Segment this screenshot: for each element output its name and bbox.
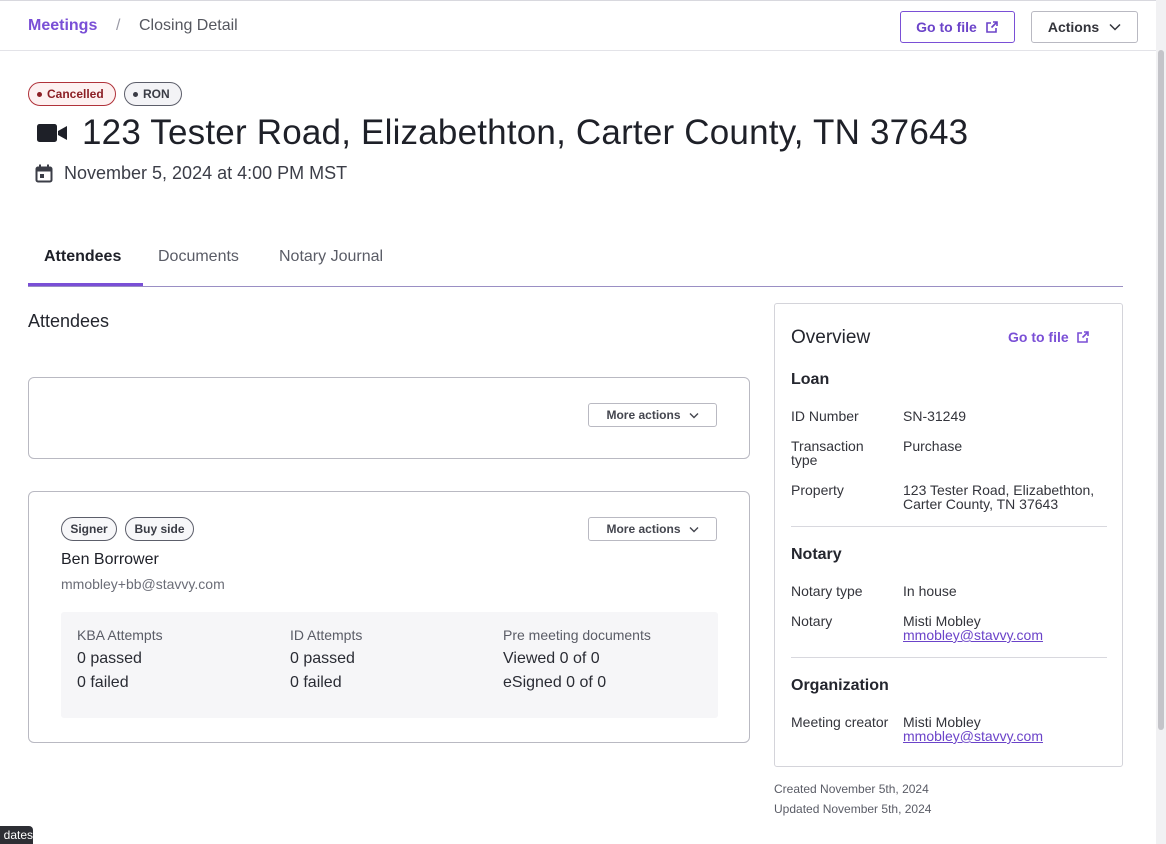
transaction-label-line: Transaction [791, 438, 864, 454]
property-line: Carter County, TN 37643 [903, 496, 1059, 512]
pre-meeting-documents-stat: Pre meeting documents Viewed 0 of 0 eSig… [503, 627, 651, 691]
tab-attendees[interactable]: Attendees [44, 248, 121, 266]
tab-documents[interactable]: Documents [158, 248, 239, 266]
more-actions-label: More actions [606, 408, 681, 422]
attendee-email: mmobley+bb@stavvy.com [61, 576, 225, 592]
signer-tag: Signer [61, 517, 117, 541]
notary-value: Misti Mobley mmobley@stavvy.com [903, 614, 1043, 642]
scrollbar[interactable] [1156, 0, 1166, 844]
attendee-stats: KBA Attempts 0 passed 0 failed ID Attemp… [61, 612, 718, 718]
stat-value: 0 passed [290, 650, 355, 667]
property-line: 123 Tester Road, Elizabethton, [903, 482, 1095, 498]
notary-email-link[interactable]: mmobley@stavvy.com [903, 628, 1043, 642]
buy-side-tag: Buy side [125, 517, 194, 541]
status-badge: Cancelled [28, 82, 116, 106]
status-badge-label: Cancelled [47, 87, 104, 101]
stat-value: eSigned 0 of 0 [503, 674, 607, 691]
more-actions-button[interactable]: More actions [588, 403, 717, 427]
overview-go-to-file-link[interactable]: Go to file [1008, 329, 1090, 345]
chevron-down-icon [689, 412, 698, 418]
breadcrumb-separator: / [116, 17, 121, 34]
attendee-name: Ben Borrower [61, 551, 159, 568]
external-link-icon [986, 21, 998, 33]
type-dot-icon [133, 91, 138, 97]
id-number-value: SN-31249 [903, 408, 967, 424]
go-to-file-label: Go to file [916, 19, 977, 35]
loan-heading: Loan [791, 371, 830, 388]
stat-label: Pre meeting documents [503, 627, 651, 643]
transaction-label-line: type [791, 452, 818, 468]
kba-attempts-stat: KBA Attempts 0 passed 0 failed [77, 627, 163, 691]
external-link-icon [1076, 331, 1089, 343]
tab-bar: Attendees Documents Notary Journal [28, 240, 1123, 287]
stat-value: 0 failed [290, 674, 342, 691]
creator-name: Misti Mobley [903, 714, 981, 730]
attendees-section-title: Attendees [28, 311, 110, 331]
created-date: Created November 5th, 2024 [774, 782, 929, 796]
actions-button[interactable]: Actions [1031, 11, 1138, 43]
meeting-creator-value: Misti Mobley mmobley@stavvy.com [903, 715, 1043, 743]
transaction-type-label: Transaction type [791, 439, 864, 467]
chevron-down-icon [1109, 23, 1121, 31]
stat-value: Viewed 0 of 0 [503, 650, 600, 667]
notary-name: Misti Mobley [903, 613, 981, 629]
chevron-down-icon [689, 526, 698, 532]
stat-label: KBA Attempts [77, 627, 163, 643]
stat-value: 0 failed [77, 674, 129, 691]
overview-title: Overview [791, 327, 871, 348]
organization-heading: Organization [791, 677, 889, 694]
type-badge-label: RON [143, 87, 170, 101]
property-value: 123 Tester Road, Elizabethton, Carter Co… [903, 483, 1094, 511]
tab-notary-journal[interactable]: Notary Journal [279, 248, 383, 266]
toast-notification[interactable]: dates [0, 826, 33, 844]
breadcrumb-meetings-link[interactable]: Meetings [28, 17, 97, 35]
video-camera-icon [37, 124, 67, 142]
more-actions-label: More actions [606, 522, 681, 536]
notary-label: Notary [791, 613, 833, 629]
active-tab-indicator [28, 283, 143, 286]
creator-email-link[interactable]: mmobley@stavvy.com [903, 729, 1043, 743]
breadcrumb-current: Closing Detail [139, 17, 238, 34]
status-dot-icon [37, 91, 42, 97]
notary-type-label: Notary type [791, 583, 863, 599]
attendee-card: More actions [28, 377, 750, 459]
go-to-file-button[interactable]: Go to file [900, 11, 1015, 43]
top-bar: Meetings / Closing Detail Go to file Act… [0, 0, 1156, 51]
stat-label: ID Attempts [290, 627, 363, 643]
id-number-label: ID Number [791, 408, 859, 424]
transaction-type-value: Purchase [903, 438, 963, 454]
calendar-icon [35, 164, 53, 183]
divider [791, 526, 1107, 527]
stat-value: 0 passed [77, 650, 142, 667]
id-attempts-stat: ID Attempts 0 passed 0 failed [290, 627, 362, 691]
type-badge: RON [124, 82, 182, 106]
page-title: 123 Tester Road, Elizabethton, Carter Co… [82, 113, 969, 152]
actions-label: Actions [1047, 19, 1100, 35]
overview-panel: Overview Go to file Loan ID Number SN-31… [774, 303, 1123, 767]
scrollbar-thumb[interactable] [1158, 50, 1164, 730]
overview-go-to-file-label: Go to file [1008, 329, 1069, 345]
signer-card: Signer Buy side More actions Ben Borrowe… [28, 491, 750, 743]
more-actions-button[interactable]: More actions [588, 517, 717, 541]
property-label: Property [791, 482, 844, 498]
meeting-datetime: November 5, 2024 at 4:00 PM MST [64, 163, 348, 183]
meeting-creator-label: Meeting creator [791, 714, 889, 730]
notary-heading: Notary [791, 546, 842, 563]
notary-type-value: In house [903, 583, 957, 599]
updated-date: Updated November 5th, 2024 [774, 802, 932, 816]
divider [791, 657, 1107, 658]
